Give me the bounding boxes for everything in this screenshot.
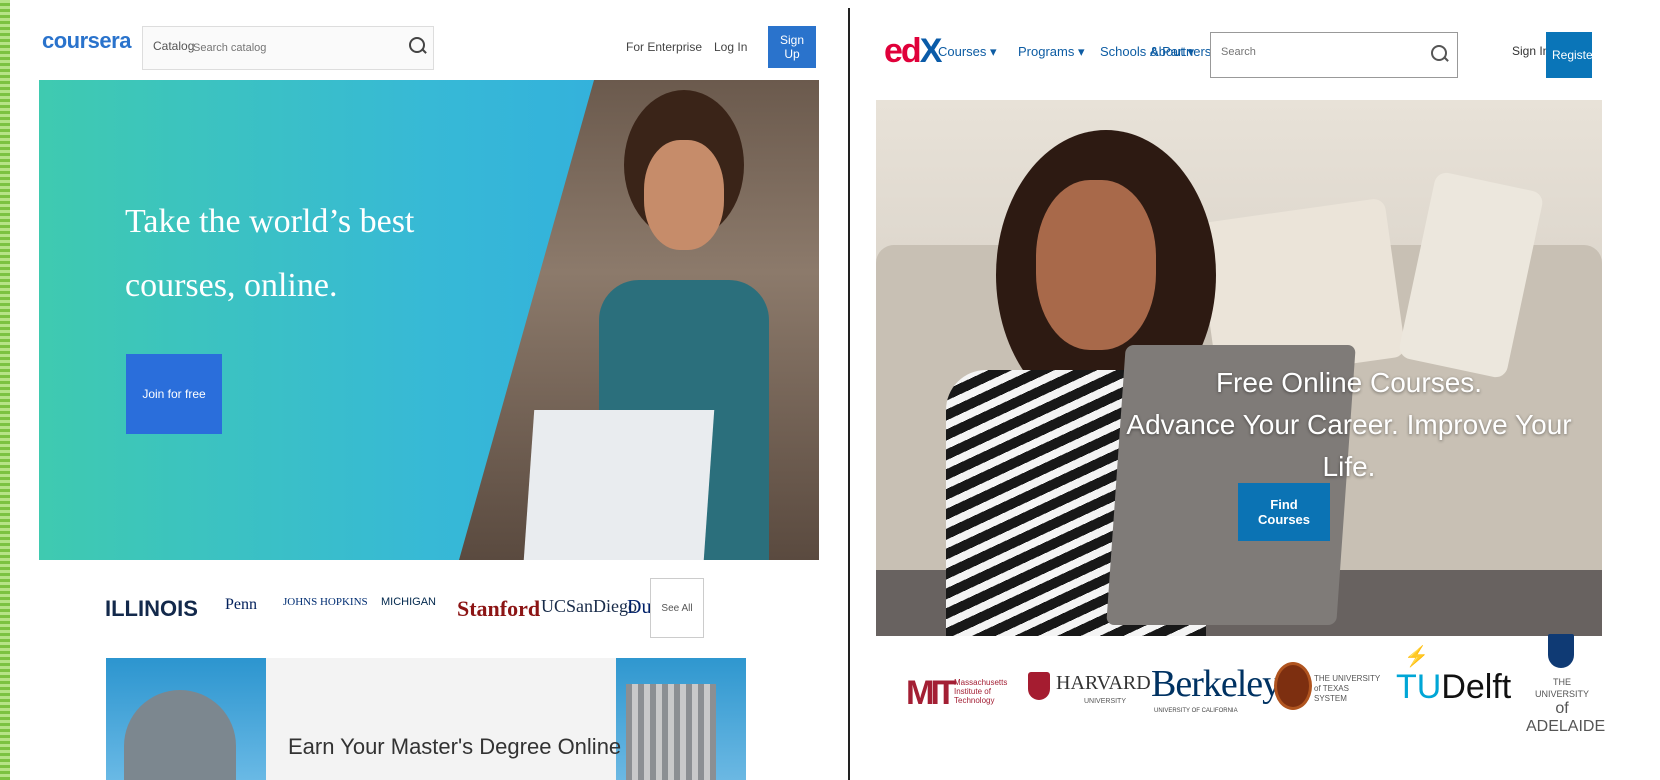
harvard-shield-icon [1028,672,1050,700]
catalog-label[interactable]: Catalog [153,39,194,53]
adelaide-main-text: of ADELAIDE [1526,700,1606,735]
tudelft-tu: TU [1396,668,1442,706]
mit-subtext: Massachusetts Institute of Technology [954,678,1008,705]
top-divider [10,0,1660,8]
hero-title-line1: Free Online Courses. [1215,367,1483,398]
coursera-panel: coursera Catalog For Enterprise Log In S… [10,8,850,780]
masters-degree-banner[interactable]: Earn Your Master's Degree Online [106,658,746,780]
stanford-logo[interactable]: Stanford [457,596,540,622]
coursera-hero-title: Take the world’s best courses, online. [125,203,415,304]
adelaide-small-text: THE UNIVERSITY [1534,677,1589,699]
harvard-logo[interactable]: HARVARD [1056,672,1151,695]
column-building-image [626,684,716,780]
berkeley-subtext: UNIVERSITY OF CALIFORNIA [1154,708,1238,714]
hero-title-line2: Advance Your Career. Improve Your Life. [1126,409,1572,482]
mit-logo[interactable]: MIT [906,674,957,713]
ucsandiego-logo[interactable]: UCSanDiego [541,596,637,617]
texas-seal-icon [1274,662,1312,710]
coursera-search-input[interactable] [191,37,385,59]
edx-logo-ed: ed [884,32,922,70]
sign-in-link[interactable]: Sign In [1512,44,1549,58]
hero-laptop [523,410,715,560]
find-courses-button[interactable]: Find Courses [1238,483,1330,541]
edx-panel: edX Courses ▾ Programs ▾ Schools & Partn… [850,8,1660,780]
harvard-subtext: UNIVERSITY [1084,698,1127,705]
register-button[interactable]: Register [1546,32,1597,78]
michigan-logo[interactable]: MICHIGAN [381,596,436,608]
signup-button[interactable]: Sign Up [768,26,816,68]
coursera-logo[interactable]: coursera [42,28,131,54]
banner-left-image [106,658,266,780]
coursera-hero: Take the world’s best courses, online. J… [39,80,819,560]
adelaide-crest-icon [1548,634,1574,668]
join-for-free-button[interactable]: Join for free [126,354,222,434]
texas-system-logo[interactable]: THE UNIVERSITY of TEXAS SYSTEM [1314,674,1384,704]
illinois-logo[interactable]: ILLINOIS [105,596,198,622]
banner-right-image [616,658,746,780]
adelaide-logo[interactable]: THE UNIVERSITY of ADELAIDE [1526,676,1606,736]
coursera-partner-logos: ILLINOIS Penn JOHNS HOPKINS MICHIGAN Sta… [105,586,735,642]
edx-search-input[interactable] [1219,45,1413,59]
edx-logo[interactable]: edX [884,32,942,71]
penn-logo[interactable]: Penn [225,596,257,614]
edx-hero-title: Free Online Courses. Advance Your Career… [1114,362,1584,488]
see-all-button[interactable]: See All [650,578,704,638]
left-green-edge [0,0,10,780]
coursera-search-box[interactable]: Catalog [142,26,434,70]
tudelft-logo[interactable]: TUDelft [1396,668,1511,707]
torch-icon: ⚡ [1404,646,1429,668]
edx-partner-logos: MIT Massachusetts Institute of Technolog… [876,634,1606,742]
search-icon[interactable] [409,37,425,53]
dome-building-image [124,690,236,780]
for-enterprise-link[interactable]: For Enterprise [626,40,702,54]
banner-title: Earn Your Master's Degree Online [288,734,622,759]
tudelft-delft: Delft [1441,668,1512,706]
berkeley-logo[interactable]: Berkeley [1151,662,1281,706]
edx-search-box[interactable] [1210,32,1458,78]
login-link[interactable]: Log In [714,40,747,54]
search-icon[interactable] [1431,45,1447,61]
nav-programs[interactable]: Programs ▾ [1018,44,1085,60]
nav-courses[interactable]: Courses ▾ [938,44,997,60]
nav-about[interactable]: About ▾ [1150,44,1194,60]
edx-hero: Free Online Courses. Advance Your Career… [876,100,1602,636]
hero-person-face [1036,180,1156,350]
johns-hopkins-logo[interactable]: JOHNS HOPKINS [283,596,368,608]
hero-person-face [644,140,724,250]
